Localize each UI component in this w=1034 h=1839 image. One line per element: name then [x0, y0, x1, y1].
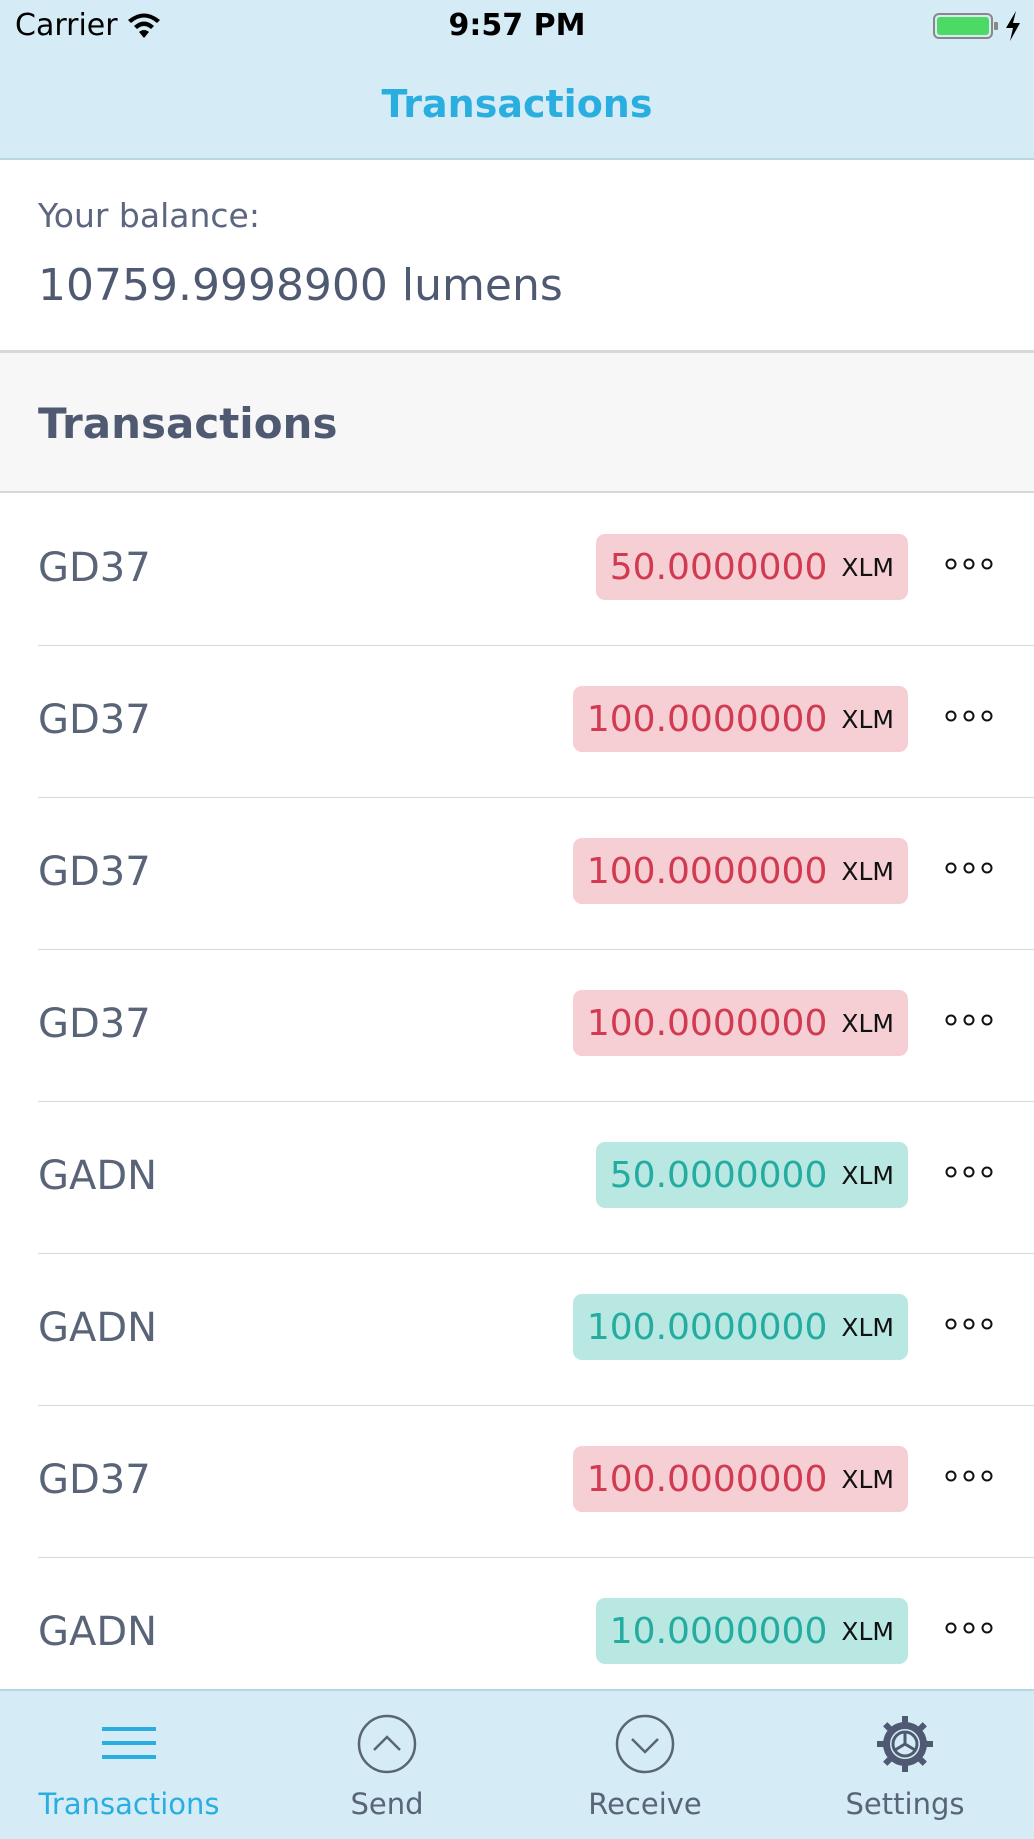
amount-value: 100.0000000 [586, 1306, 828, 1348]
bolt-icon [1006, 11, 1020, 41]
circle-chevron-down-icon [615, 1714, 675, 1774]
tab-transactions[interactable]: Transactions [0, 1691, 258, 1839]
amount-badge: 100.0000000 XLM [572, 1446, 908, 1512]
row-divider [38, 949, 1034, 950]
transaction-account: GD37 [38, 849, 151, 895]
amount-badge: 10.0000000 XLM [595, 1598, 908, 1664]
tab-label: Transactions [38, 1787, 220, 1821]
transaction-row[interactable]: GD37 50.0000000 XLM [0, 493, 1034, 645]
transaction-list[interactable]: GD37 50.0000000 XLM GD37 100.0000000 XLM GD37 1… [0, 493, 1034, 1689]
amount-unit: XLM [841, 1616, 894, 1646]
amount-badge: 100.0000000 XLM [572, 1294, 908, 1360]
section-header: Transactions [0, 353, 1034, 493]
amount-unit: XLM [841, 1312, 894, 1342]
gear-icon [877, 1716, 933, 1772]
transaction-account: GADN [38, 1305, 158, 1351]
row-divider [38, 797, 1034, 798]
row-divider [38, 645, 1034, 646]
more-options-icon[interactable] [944, 1309, 994, 1339]
status-time: 9:57 PM [448, 8, 586, 43]
transaction-account: GADN [38, 1609, 158, 1655]
row-divider [38, 1253, 1034, 1254]
amount-unit: XLM [841, 856, 894, 886]
battery-full-icon [933, 13, 998, 39]
tab-send[interactable]: Send [258, 1691, 516, 1839]
tab-receive[interactable]: Receive [516, 1691, 774, 1839]
tab-bar: Transactions Send Receive Settings [0, 1689, 1034, 1839]
transaction-account: GD37 [38, 697, 151, 743]
tab-settings[interactable]: Settings [776, 1691, 1034, 1839]
transaction-account: GADN [38, 1153, 158, 1199]
amount-value: 50.0000000 [609, 546, 828, 588]
top-bar: Carrier 9:57 PM Transactions [0, 0, 1034, 160]
transaction-account: GD37 [38, 1457, 151, 1503]
transaction-row[interactable]: GADN 100.0000000 XLM [0, 1253, 1034, 1405]
more-options-icon[interactable] [944, 1157, 994, 1187]
amount-value: 10.0000000 [609, 1610, 828, 1652]
transaction-row[interactable]: GD37 100.0000000 XLM [0, 797, 1034, 949]
nav-title: Transactions [381, 82, 653, 126]
transaction-row[interactable]: GD37 100.0000000 XLM [0, 645, 1034, 797]
tab-label: Settings [845, 1787, 965, 1821]
amount-value: 100.0000000 [586, 1458, 828, 1500]
amount-badge: 50.0000000 XLM [595, 1142, 908, 1208]
transaction-account: GD37 [38, 1001, 151, 1047]
amount-unit: XLM [841, 1464, 894, 1494]
amount-unit: XLM [841, 552, 894, 582]
row-divider [38, 1101, 1034, 1102]
app-screen: Carrier 9:57 PM Transactions Your balanc… [0, 0, 1034, 1839]
transaction-row[interactable]: GD37 100.0000000 XLM [0, 1405, 1034, 1557]
balance-label: Your balance: [38, 196, 260, 235]
amount-unit: XLM [841, 1008, 894, 1038]
balance-card: Your balance: 10759.9998900 lumens [0, 160, 1034, 353]
more-options-icon[interactable] [944, 1005, 994, 1035]
balance-value: 10759.9998900 lumens [38, 260, 563, 311]
amount-value: 100.0000000 [586, 1002, 828, 1044]
amount-unit: XLM [841, 704, 894, 734]
more-options-icon[interactable] [944, 549, 994, 579]
row-divider [38, 1405, 1034, 1406]
amount-unit: XLM [841, 1160, 894, 1190]
more-options-icon[interactable] [944, 701, 994, 731]
more-options-icon[interactable] [944, 853, 994, 883]
transaction-row[interactable]: GD37 100.0000000 XLM [0, 949, 1034, 1101]
amount-value: 50.0000000 [609, 1154, 828, 1196]
menu-lines-icon [102, 1727, 156, 1759]
amount-badge: 100.0000000 XLM [572, 686, 908, 752]
tab-label: Send [350, 1787, 424, 1821]
more-options-icon[interactable] [944, 1613, 994, 1643]
section-title: Transactions [38, 399, 338, 448]
row-divider [38, 1557, 1034, 1558]
amount-value: 100.0000000 [586, 698, 828, 740]
transaction-row[interactable]: GADN 10.0000000 XLM [0, 1557, 1034, 1689]
tab-label: Receive [588, 1787, 702, 1821]
amount-badge: 50.0000000 XLM [595, 534, 908, 600]
amount-badge: 100.0000000 XLM [572, 838, 908, 904]
more-options-icon[interactable] [944, 1461, 994, 1491]
transaction-row[interactable]: GADN 50.0000000 XLM [0, 1101, 1034, 1253]
amount-value: 100.0000000 [586, 850, 828, 892]
amount-badge: 100.0000000 XLM [572, 990, 908, 1056]
circle-chevron-up-icon [357, 1714, 417, 1774]
transaction-account: GD37 [38, 545, 151, 591]
